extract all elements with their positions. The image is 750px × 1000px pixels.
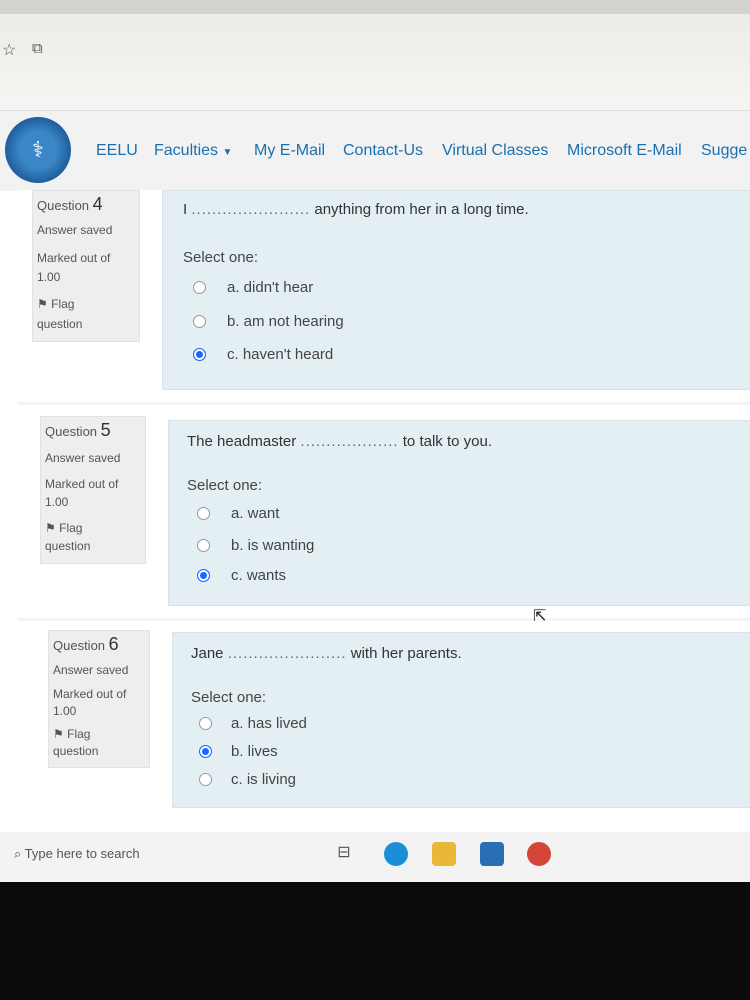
question-info-5: Question 5 Answer saved Marked out of 1.… [40,416,146,564]
option-a-label[interactable]: a. has lived [231,715,307,732]
question-text-after: to talk to you. [402,433,492,450]
flag-question-sub: question [53,744,99,758]
option-b-label[interactable]: b. am not hearing [227,313,344,330]
flag-label: Flag [59,521,83,535]
edge-icon[interactable] [384,842,408,866]
file-explorer-icon[interactable] [432,842,456,866]
flag-icon: ⚑ [37,297,48,311]
marked-value: 1.00 [53,704,77,718]
question-number: Question 4 [37,194,103,215]
option-a-label[interactable]: a. want [231,505,279,522]
flag-question-link[interactable]: ⚑ Flag [45,521,82,535]
question-text-before: I [183,201,188,218]
question-text: Jane ....................... with her pa… [191,645,462,662]
question-panel-4: I ....................... anything from … [162,190,750,390]
site-navbar: ⚕ EELU Faculties ▼ My E-Mail Contact-Us … [0,110,750,191]
flag-label: Flag [67,727,91,741]
question-divider [18,402,750,405]
option-c-label[interactable]: c. is living [231,771,296,788]
nav-faculties[interactable]: Faculties ▼ [154,142,232,160]
question-text: I ....................... anything from … [183,201,529,218]
search-placeholder: Type here to search [24,846,140,861]
question-number-value: 6 [108,634,119,654]
question-number-value: 5 [100,420,111,440]
question-info-6: Question 6 Answer saved Marked out of 1.… [48,630,150,768]
answer-status: Answer saved [45,451,121,465]
flag-icon: ⚑ [45,521,56,535]
marked-label: Marked out of [37,251,111,265]
taskbar-search[interactable]: ⌕ Type here to search [14,846,140,862]
windows-taskbar: ⌕ Type here to search ⊟ [0,832,750,882]
option-c-label[interactable]: c. wants [231,567,286,584]
nav-microsoft-email[interactable]: Microsoft E-Mail [567,142,682,160]
caret-down-icon: ▼ [222,147,233,158]
question-text-before: The headmaster [187,433,297,450]
question-panel-6: Jane ....................... with her pa… [172,632,750,808]
option-b-label[interactable]: b. is wanting [231,537,314,554]
question-number: Question 5 [45,420,111,441]
question-label: Question [37,198,90,213]
marked-label: Marked out of [53,687,127,701]
mail-icon[interactable] [480,842,504,866]
radio-option-c-selected[interactable] [197,569,210,582]
nav-my-email[interactable]: My E-Mail [254,142,325,160]
radio-option-b-selected[interactable] [199,745,212,758]
monitor-bezel [0,882,750,1000]
select-one-label: Select one: [183,249,259,266]
eelu-logo[interactable]: ⚕ [5,117,71,183]
nav-contact-us[interactable]: Contact-Us [343,142,423,160]
window-top-bar [0,0,750,14]
radio-option-a[interactable] [197,507,210,520]
nav-faculties-label: Faculties [154,142,219,159]
radio-option-b[interactable] [197,539,210,552]
radio-option-b[interactable] [193,315,206,328]
flag-icon: ⚑ [53,727,64,741]
browser-chrome: ☆ ⧉ [0,0,750,110]
mouse-cursor-icon: ⇱ [533,608,547,625]
radio-option-a[interactable] [193,281,206,294]
question-text-after: anything from her in a long time. [314,201,529,218]
question-label: Question [45,424,98,439]
question-divider [18,618,750,621]
nav-suggestions[interactable]: Sugge [701,142,747,160]
answer-status: Answer saved [53,663,129,677]
blank-dots: ....................... [227,645,347,662]
flag-label: Flag [51,297,75,311]
nav-eelu[interactable]: EELU [96,142,138,160]
flag-question-link[interactable]: ⚑ Flag [37,297,74,311]
radio-option-c-selected[interactable] [193,348,206,361]
option-c-label[interactable]: c. haven't heard [227,346,333,363]
marked-value: 1.00 [37,270,61,284]
option-b-label[interactable]: b. lives [231,743,278,760]
question-text-after: with her parents. [350,645,462,662]
quiz-content: Question 4 Answer saved Marked out of 1.… [18,190,750,830]
blank-dots: ................... [300,433,399,450]
question-number-value: 4 [92,194,103,214]
question-panel-5: The headmaster ................... to ta… [168,420,750,606]
flag-question-sub: question [45,539,91,553]
radio-option-a[interactable] [199,717,212,730]
flag-question-sub: question [37,317,83,331]
radio-option-c[interactable] [199,773,212,786]
extension-icon[interactable]: ⧉ [32,40,43,57]
question-label: Question [53,638,106,653]
option-a-label[interactable]: a. didn't hear [227,279,313,296]
answer-status: Answer saved [37,223,113,237]
blank-dots: ....................... [191,201,311,218]
select-one-label: Select one: [187,477,263,494]
question-text-before: Jane [191,645,224,662]
question-number: Question 6 [53,634,119,655]
marked-label: Marked out of [45,477,119,491]
chrome-icon[interactable] [527,842,551,866]
nav-virtual-classes[interactable]: Virtual Classes [442,142,548,160]
flag-question-link[interactable]: ⚑ Flag [53,727,90,741]
question-text: The headmaster ................... to ta… [187,433,492,450]
task-view-icon[interactable]: ⊟ [332,842,356,866]
search-icon: ⌕ [14,846,22,861]
select-one-label: Select one: [191,689,267,706]
star-icon[interactable]: ☆ [2,40,16,60]
question-info-4: Question 4 Answer saved Marked out of 1.… [32,190,140,342]
marked-value: 1.00 [45,495,69,509]
